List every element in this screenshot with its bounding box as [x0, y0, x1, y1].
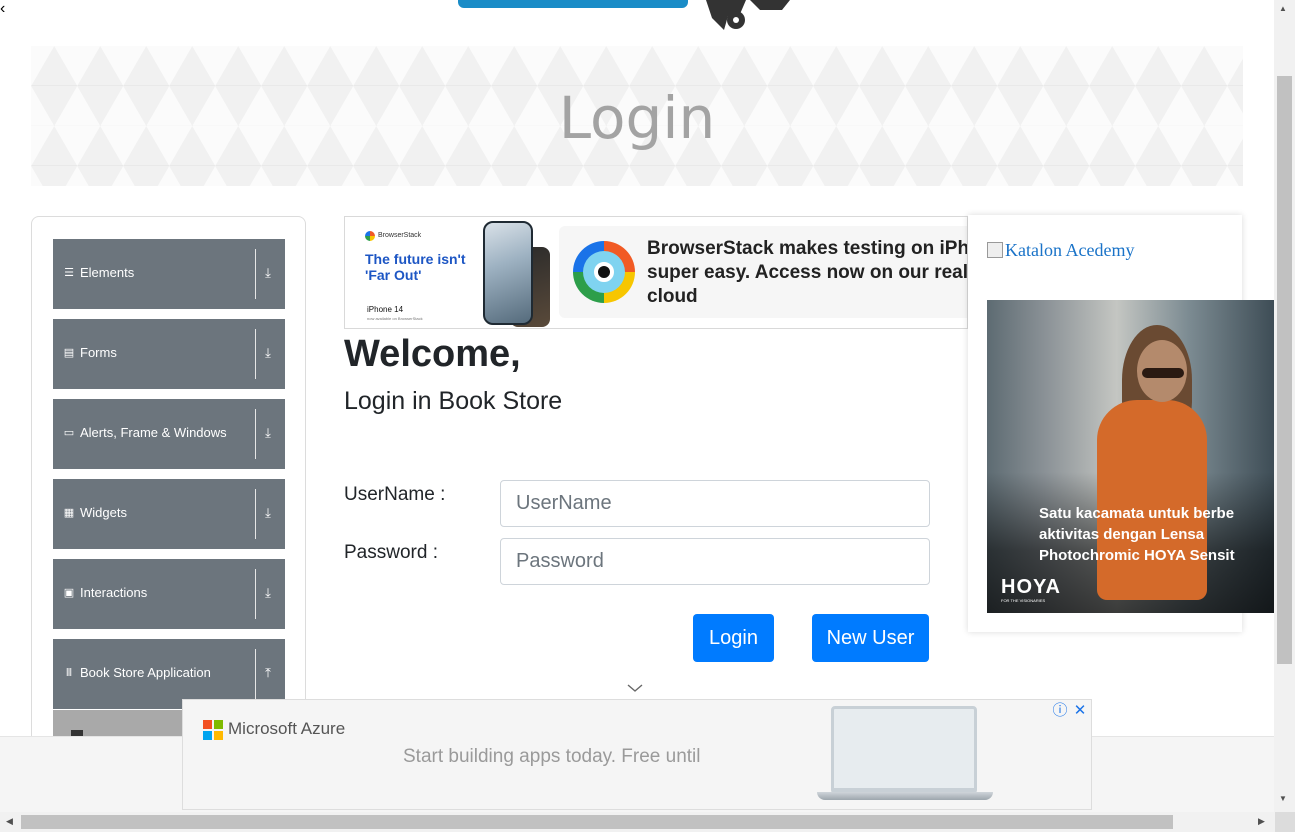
divider: [255, 409, 256, 459]
ad-device: iPhone 14: [367, 305, 404, 314]
form-icon: ▤: [63, 347, 75, 359]
sidebar-group-label: Widgets: [80, 505, 127, 520]
ad-close-icon[interactable]: ✕: [1071, 702, 1089, 720]
ad-text-line: cloud: [647, 286, 698, 307]
hoya-tagline-line: Satu kacamata untuk berbe: [1039, 505, 1235, 522]
scroll-right-icon[interactable]: ▶: [1258, 816, 1265, 827]
scroll-down-icon[interactable]: ▼: [1279, 794, 1287, 803]
scroll-up-icon[interactable]: ▲: [1279, 4, 1287, 13]
scrollbar-thumb[interactable]: [1277, 76, 1292, 664]
hoya-brand: HOYA: [1001, 576, 1061, 598]
ad-brand: BrowserStack: [378, 232, 422, 239]
ad-brand: Microsoft Azure: [228, 719, 346, 738]
divider: [255, 489, 256, 539]
sidebar-group-elements[interactable]: ☰ Elements ⤓: [53, 239, 285, 309]
download-arrow-icon: ⤓: [265, 425, 271, 440]
divider: [255, 329, 256, 379]
scrollbar-thumb[interactable]: [21, 815, 1173, 829]
katalon-alt-text: Katalon Acedemy: [1005, 240, 1135, 260]
divider: [255, 249, 256, 299]
window-icon: ▭: [63, 427, 75, 439]
broken-image-icon: [987, 242, 1003, 258]
sidebar-group-label: Book Store Application: [80, 665, 211, 680]
new-user-button[interactable]: New User: [812, 614, 929, 662]
download-arrow-icon: ⤓: [265, 505, 271, 520]
square-icon: ▣: [63, 587, 75, 599]
sidebar-group-label: Alerts, Frame & Windows: [80, 425, 227, 440]
sidebar-group-alerts[interactable]: ▭ Alerts, Frame & Windows ⤓: [53, 399, 285, 469]
sidebar-group-widgets[interactable]: ▦ Widgets ⤓: [53, 479, 285, 549]
page: Login ☰ Elements ⤓ ▤ Forms ⤓ ▭ Alerts, F…: [0, 0, 1295, 832]
sidebar-group-label: Forms: [80, 345, 117, 360]
logo-square: [203, 731, 212, 740]
sidebar-group-interactions[interactable]: ▣ Interactions ⤓: [53, 559, 285, 629]
password-input[interactable]: [500, 538, 930, 585]
laptop-image: [831, 706, 977, 794]
site-logo[interactable]: [450, 0, 850, 34]
scrollbar-corner: [1275, 812, 1295, 832]
page-banner: Login: [31, 46, 1243, 186]
ad-collapse-icon[interactable]: ‹: [0, 0, 5, 18]
photo-shirt: [1097, 400, 1207, 600]
sidebar-group-forms[interactable]: ▤ Forms ⤓: [53, 319, 285, 389]
chevron-down-icon[interactable]: [627, 680, 643, 696]
scroll-left-icon[interactable]: ◀: [6, 816, 13, 827]
username-label: UserName :: [344, 484, 446, 505]
hoya-tagline-line: aktivitas dengan Lensa: [1039, 526, 1205, 543]
upload-arrow-icon: ⤒: [265, 665, 271, 680]
logo-gear-icon: [706, 0, 790, 30]
logo-square: [214, 731, 223, 740]
logo-square: [214, 720, 223, 729]
books-icon: 𝍫: [66, 667, 72, 679]
username-input[interactable]: [500, 480, 930, 527]
grid-icon: ▦: [63, 507, 75, 519]
hoya-tagline: Satu kacamata untuk berbe aktivitas deng…: [1039, 503, 1275, 566]
download-arrow-icon: ⤓: [265, 585, 271, 600]
sidebar-group-label: Elements: [80, 265, 135, 280]
photo-glasses: [1142, 368, 1184, 378]
microsoft-logo-icon: [203, 720, 223, 740]
ad-text-line: super easy. Access now on our real: [647, 262, 968, 283]
logo-square: [203, 720, 212, 729]
password-label: Password :: [344, 542, 438, 563]
welcome-heading: Welcome,: [344, 333, 521, 375]
logo-eye: [594, 262, 614, 282]
page-title: Login: [558, 84, 716, 152]
download-arrow-icon: ⤓: [265, 265, 271, 280]
ad-device-sub: now available on BrowserStack: [367, 316, 423, 321]
katalon-broken-image[interactable]: Katalon Acedemy: [987, 240, 1134, 261]
sidebar-group-label: Interactions: [80, 585, 148, 600]
divider: [255, 649, 256, 699]
ad-info-icon[interactable]: ⓘ: [1051, 702, 1069, 720]
vertical-scrollbar[interactable]: ▲ ▼: [1274, 0, 1295, 812]
ad-banner-browserstack[interactable]: BrowserStack The future isn't 'Far Out' …: [344, 216, 968, 329]
logo-text-fragment: [458, 0, 688, 8]
ad-headline: The future isn't 'Far Out': [365, 251, 466, 283]
ad-text-line: BrowserStack makes testing on iPho: [647, 238, 968, 259]
login-subtitle: Login in Book Store: [344, 387, 563, 415]
ad-text: BrowserStack makes testing on iPho super…: [647, 237, 968, 309]
hoya-tagline-line: Photochromic HOYA Sensit: [1039, 547, 1235, 564]
list-icon: ☰: [64, 267, 74, 279]
ad-banner-azure[interactable]: Microsoft Azure Start building apps toda…: [182, 699, 1092, 810]
phone-image: [483, 221, 533, 325]
ad-tagline: Start building apps today. Free until: [403, 746, 701, 767]
hoya-ad-image[interactable]: Satu kacamata untuk berbe aktivitas deng…: [987, 300, 1275, 613]
login-button[interactable]: Login: [693, 614, 774, 662]
browserstack-logo-icon: [365, 231, 375, 241]
divider: [255, 569, 256, 619]
hoya-brand-sub: FOR THE VISIONARIES: [1001, 598, 1046, 603]
download-arrow-icon: ⤓: [265, 345, 271, 360]
laptop-base: [817, 792, 993, 800]
horizontal-scrollbar[interactable]: ◀ ▶: [0, 812, 1275, 832]
